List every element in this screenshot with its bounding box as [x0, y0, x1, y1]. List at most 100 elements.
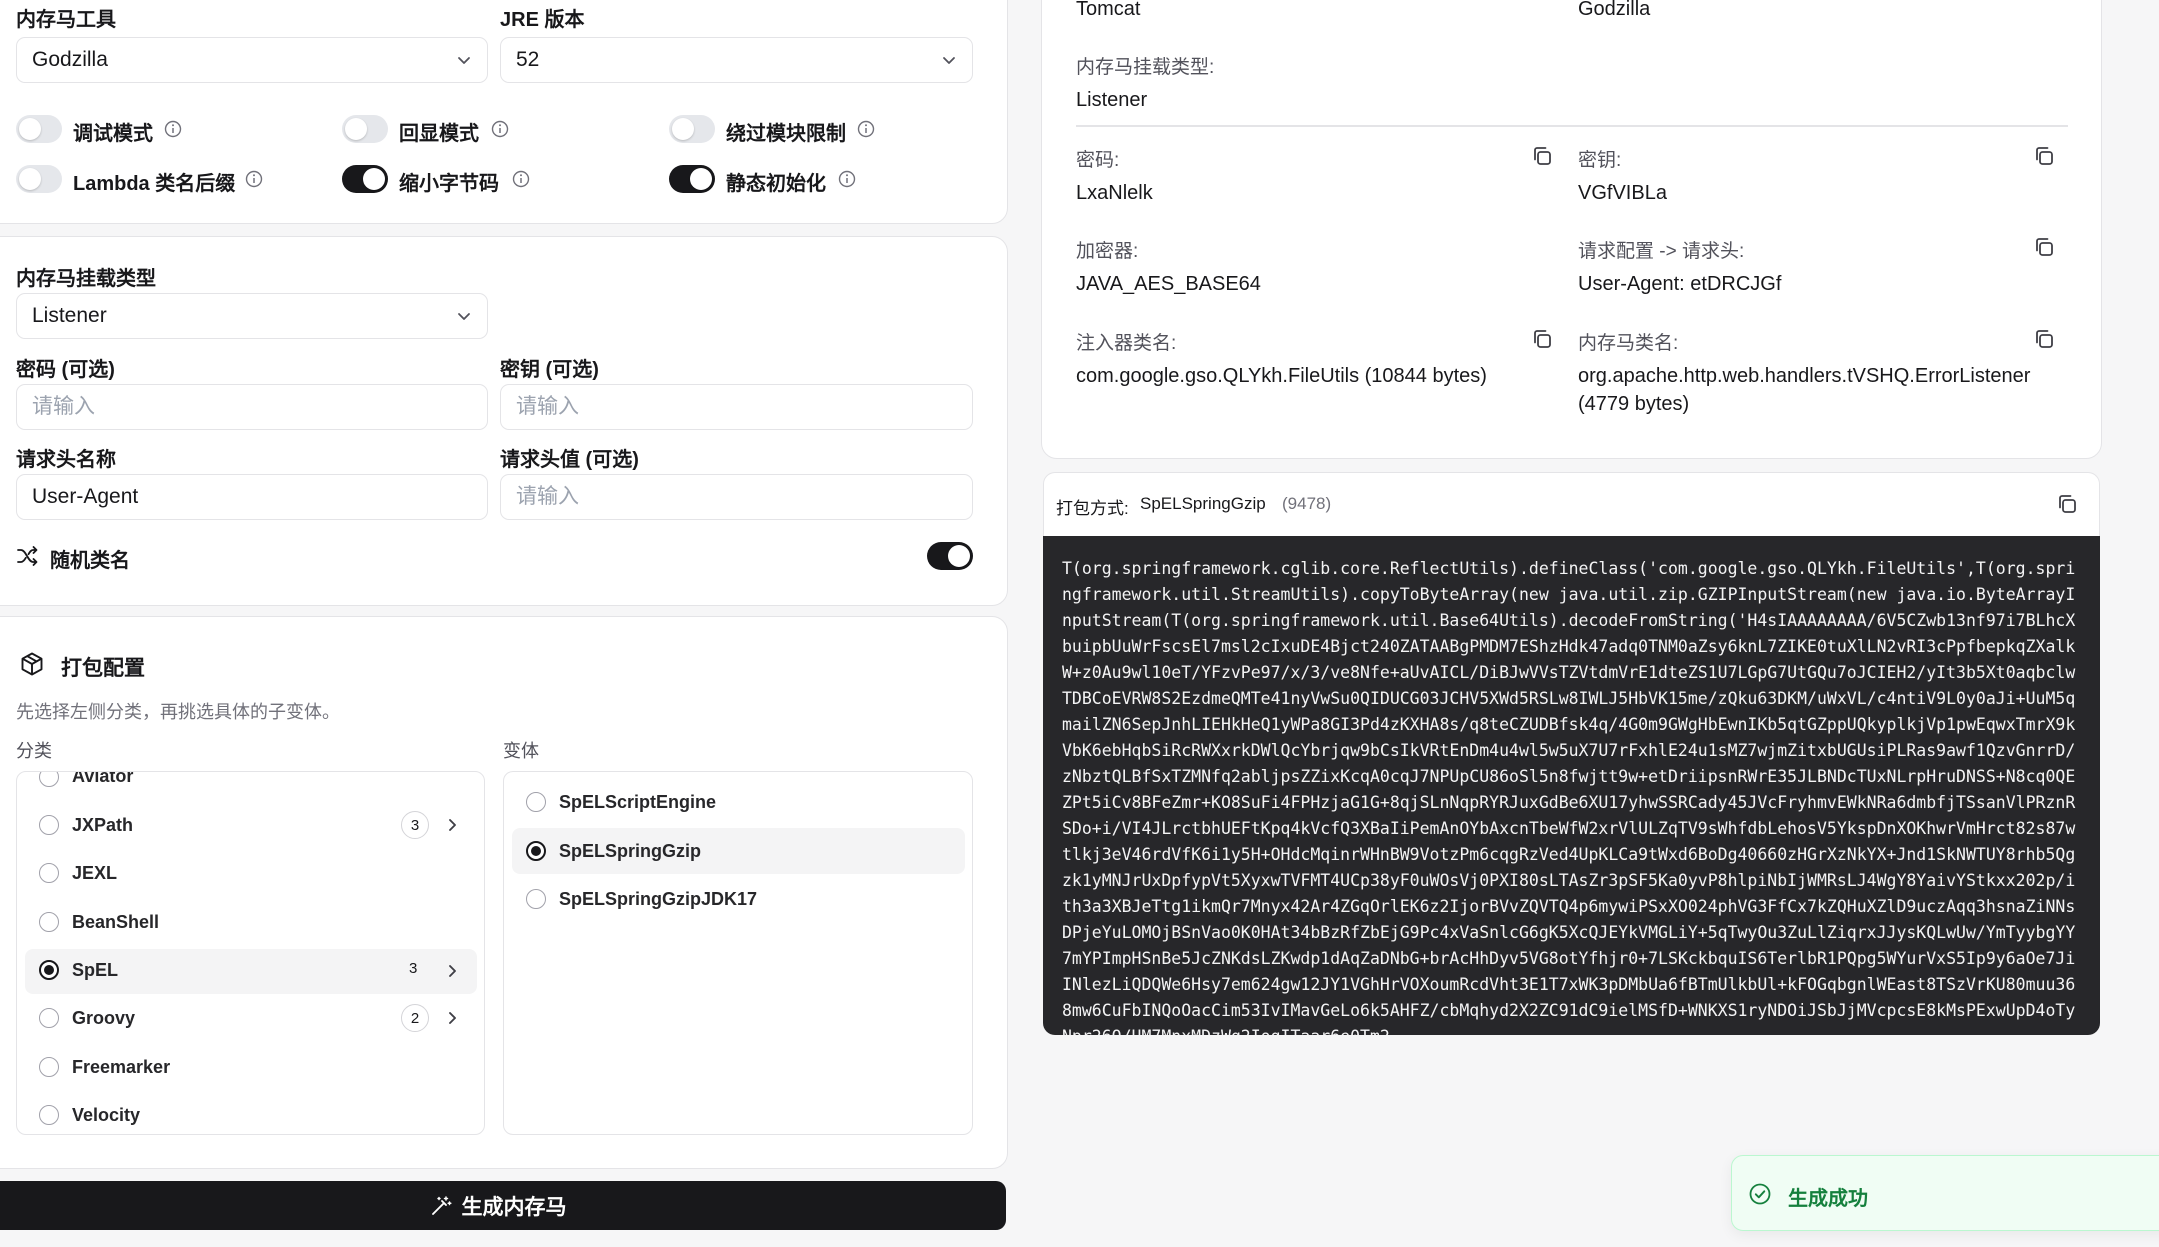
bypass-module-switch[interactable]	[669, 115, 715, 143]
chevron-down-icon	[943, 57, 955, 64]
variant-item-spelscriptengine[interactable]: SpELScriptEngine	[559, 792, 716, 813]
password-input[interactable]	[32, 395, 472, 419]
category-radio-aviator[interactable]	[39, 772, 59, 787]
chevron-right-icon[interactable]	[443, 816, 461, 834]
copy-icon[interactable]	[2033, 328, 2055, 350]
result-password-value: LxaNlelk	[1076, 182, 1153, 204]
category-radio-velocity[interactable]	[39, 1105, 59, 1125]
payload-packer-name: SpELSpringGzip	[1140, 494, 1266, 513]
category-radio-freemarker[interactable]	[39, 1057, 59, 1077]
chevron-down-icon	[458, 313, 470, 320]
chevron-right-icon[interactable]	[443, 1009, 461, 1027]
shrink-bytecode-switch[interactable]	[342, 165, 388, 193]
result-encryptor-label: 加密器:	[1076, 241, 1139, 262]
echo-mode-label: 回显模式	[399, 123, 479, 145]
mount-type-value: Listener	[32, 304, 107, 327]
debug-mode-label: 调试模式	[73, 123, 153, 145]
category-count-badge: 3	[401, 811, 429, 839]
copy-icon[interactable]	[1531, 328, 1553, 350]
tool-select[interactable]: Godzilla	[16, 37, 488, 83]
category-item-velocity[interactable]: Velocity	[72, 1105, 140, 1126]
check-circle-icon	[1749, 1183, 1771, 1205]
header-name-input-wrap	[16, 474, 488, 520]
header-name-input[interactable]	[32, 485, 472, 509]
variant-radio-spelspringgzipjdk17[interactable]	[526, 889, 546, 909]
category-item-jexl[interactable]: JEXL	[72, 863, 117, 884]
packer-hint: 先选择左侧分类，再挑选具体的子变体。	[16, 702, 340, 722]
result-encryptor-value: JAVA_AES_BASE64	[1076, 273, 1261, 295]
copy-icon[interactable]	[2033, 145, 2055, 167]
category-item-groovy[interactable]: Groovy	[72, 1008, 135, 1029]
payload-code: T(org.springframework.cglib.core.Reflect…	[1062, 559, 2076, 1035]
jre-select-value: 52	[516, 48, 540, 71]
static-init-switch[interactable]	[669, 165, 715, 193]
mount-type-select[interactable]: Listener	[16, 293, 488, 339]
result-key-value: VGfVIBLa	[1578, 182, 1667, 204]
random-class-switch[interactable]	[927, 542, 973, 570]
password-label: 密码 (可选)	[16, 359, 115, 381]
chevron-right-icon[interactable]	[443, 962, 461, 980]
header-value-label: 请求头值 (可选)	[500, 449, 639, 471]
chevron-down-icon	[458, 57, 470, 64]
tool-select-value: Godzilla	[32, 48, 108, 71]
bypass-module-label: 绕过模块限制	[726, 123, 846, 145]
category-list[interactable]: Aviator JXPath 3 JEXL BeanShell SpEL 3 G…	[16, 771, 485, 1135]
key-label: 密钥 (可选)	[500, 359, 599, 381]
tool-label: 内存马工具	[16, 9, 116, 31]
variant-list[interactable]: SpELScriptEngine SpELSpringGzip SpELSpri…	[503, 771, 973, 1135]
copy-icon[interactable]	[1531, 145, 1553, 167]
echo-mode-switch[interactable]	[342, 115, 388, 143]
result-mount-type-label: 内存马挂载类型:	[1076, 57, 1215, 78]
category-radio-beanshell[interactable]	[39, 912, 59, 932]
result-injector-value: com.google.gso.QLYkh.FileUtils (10844 by…	[1076, 365, 1487, 387]
random-class-label: 随机类名	[50, 550, 130, 572]
info-icon[interactable]	[245, 170, 263, 188]
category-item-beanshell[interactable]: BeanShell	[72, 912, 159, 933]
variant-item-spelspringgzip[interactable]: SpELSpringGzip	[559, 841, 701, 862]
result-injector-label: 注入器类名:	[1076, 333, 1177, 354]
category-radio-spel[interactable]	[39, 960, 59, 980]
variant-radio-spelspringgzip[interactable]	[526, 841, 546, 861]
category-item-freemarker[interactable]: Freemarker	[72, 1057, 170, 1078]
divider	[1076, 125, 2068, 127]
result-mount-type-value: Listener	[1076, 89, 1148, 111]
info-icon[interactable]	[164, 120, 182, 138]
key-input[interactable]	[516, 395, 957, 419]
lambda-suffix-switch[interactable]	[16, 165, 62, 193]
category-radio-groovy[interactable]	[39, 1008, 59, 1028]
variant-item-spelspringgzipjdk17[interactable]: SpELSpringGzipJDK17	[559, 889, 757, 910]
variant-radio-spelscriptengine[interactable]	[526, 792, 546, 812]
header-value-input[interactable]	[516, 485, 957, 509]
category-radio-jxpath[interactable]	[39, 815, 59, 835]
category-radio-jexl[interactable]	[39, 863, 59, 883]
header-value-input-wrap	[500, 474, 973, 520]
lambda-suffix-label: Lambda 类名后缀	[73, 173, 236, 195]
category-item-jxpath[interactable]: JXPath	[72, 815, 133, 836]
jre-label: JRE 版本	[500, 9, 585, 31]
generate-button-label: 生成内存马	[461, 1195, 567, 1219]
category-item-aviator[interactable]: Aviator	[72, 772, 133, 787]
success-toast: 生成成功	[1731, 1155, 2159, 1231]
password-input-wrap	[16, 384, 488, 430]
static-init-label: 静态初始化	[726, 173, 826, 195]
jre-select[interactable]: 52	[500, 37, 973, 83]
copy-icon[interactable]	[2056, 493, 2078, 515]
category-count-badge: 3	[409, 960, 418, 977]
generate-button[interactable]: 生成内存马	[0, 1181, 1006, 1230]
payload-code-block[interactable]: T(org.springframework.cglib.core.Reflect…	[1043, 536, 2100, 1035]
debug-mode-switch[interactable]	[16, 115, 62, 143]
result-shell-class-label: 内存马类名:	[1578, 333, 1679, 354]
shuffle-icon	[17, 546, 38, 566]
copy-icon[interactable]	[2033, 236, 2055, 258]
info-icon[interactable]	[838, 170, 856, 188]
toast-message: 生成成功	[1788, 1188, 1868, 1210]
info-icon[interactable]	[857, 120, 875, 138]
payload-size: (9478)	[1282, 494, 1332, 513]
info-icon[interactable]	[512, 170, 530, 188]
mount-type-label: 内存马挂载类型	[16, 268, 156, 290]
info-icon[interactable]	[491, 120, 509, 138]
category-item-spel[interactable]: SpEL	[72, 960, 118, 981]
result-shell-class-value: org.apache.http.web.handlers.tVSHQ.Error…	[1578, 365, 2031, 387]
variant-label: 变体	[503, 741, 539, 761]
header-name-label: 请求头名称	[16, 449, 116, 471]
